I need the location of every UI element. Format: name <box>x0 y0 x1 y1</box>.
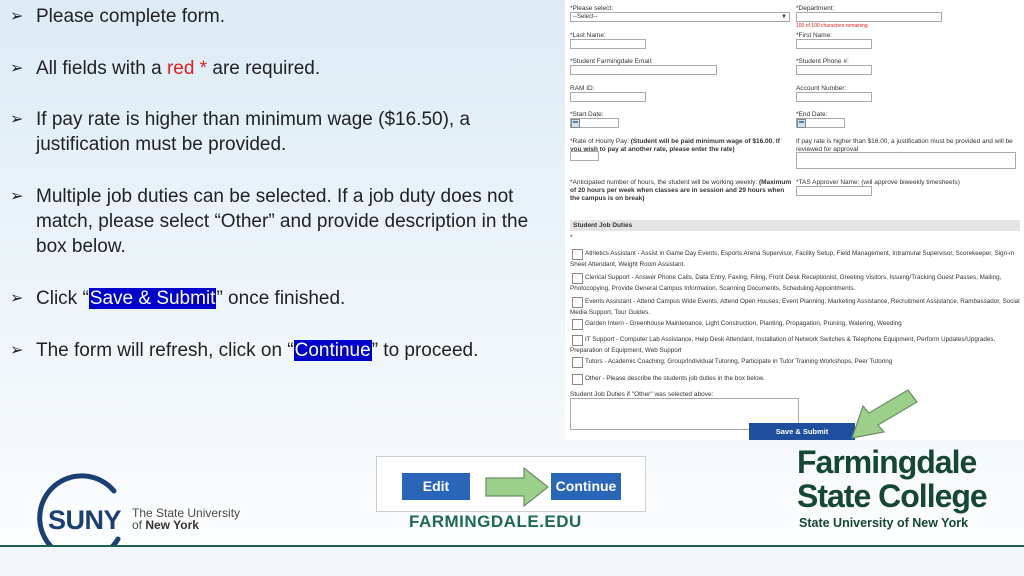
rate-input[interactable] <box>570 151 599 161</box>
chevron-down-icon: ▼ <box>781 14 787 20</box>
rate-label: *Rate of Hourly Pay: (Student will be pa… <box>570 138 780 153</box>
duty-tutors: Tutors - Academic Coaching, Group/Indivi… <box>585 358 893 365</box>
email-input[interactable] <box>570 65 717 75</box>
pointer-arrow-icon <box>485 466 549 508</box>
arrow-bullet-icon: ➢ <box>10 8 24 25</box>
job-duties-header: Student Job Duties <box>570 220 1020 231</box>
duty-garden-checkbox[interactable] <box>572 319 583 330</box>
suny-subtitle: The State University of New York <box>132 506 241 532</box>
instruction-4: ➢ Multiple job duties can be selected. I… <box>10 186 529 257</box>
fsc-logo-line2: State College <box>797 478 988 514</box>
footer-band <box>0 547 1024 576</box>
account-input[interactable] <box>796 92 872 102</box>
form-screenshot: *Please select: --Select-- ▼ *Department… <box>565 0 1024 440</box>
arrow-bullet-icon: ➢ <box>10 60 24 77</box>
arrow-bullet-icon: ➢ <box>10 188 24 205</box>
suny-wordmark: SUNY <box>48 505 122 535</box>
ram-id-input[interactable] <box>570 92 646 102</box>
edit-button[interactable]: Edit <box>402 473 470 500</box>
calendar-icon[interactable] <box>571 119 580 128</box>
duty-it-support: IT Support - Computer Lab Assistance, He… <box>570 336 996 354</box>
calendar-icon[interactable] <box>797 119 806 128</box>
hours-label: *Anticipated number of hours, the studen… <box>570 179 792 202</box>
duty-athletics: Athletics Assistant - Assist in Game Day… <box>570 250 1015 268</box>
instruction-2: ➢ All fields with a red * are required. <box>10 58 321 79</box>
fsc-logo-line3: State University of New York <box>799 516 969 530</box>
arrow-bullet-icon: ➢ <box>10 290 24 307</box>
save-submit-button[interactable]: Save & Submit <box>749 423 855 440</box>
fsc-logo-line1: Farmingdale <box>797 444 977 480</box>
justification-textarea[interactable] <box>796 152 1016 169</box>
pointer-arrow-icon <box>851 389 918 439</box>
arrow-bullet-icon: ➢ <box>10 342 24 359</box>
duty-events-checkbox[interactable] <box>572 297 583 308</box>
duty-tutors-checkbox[interactable] <box>572 357 583 368</box>
continue-button[interactable]: Continue <box>551 473 621 500</box>
website-text: FARMINGDALE.EDU <box>409 512 582 531</box>
duty-events: Events Assistant - Attend Campus Wide Ev… <box>570 298 1020 316</box>
instruction-5: ➢ Click “Save & Submit” once finished. <box>10 288 346 309</box>
required-star: * <box>570 234 573 241</box>
arrow-bullet-icon: ➢ <box>10 111 24 128</box>
duty-it-support-checkbox[interactable] <box>572 335 583 346</box>
duty-garden: Garden Intern - Greenhouse Maintenance, … <box>585 320 902 327</box>
duty-clerical-checkbox[interactable] <box>572 273 583 284</box>
tas-approver-input[interactable] <box>796 186 872 196</box>
duty-other-checkbox[interactable] <box>572 374 583 385</box>
please-select-dropdown[interactable]: --Select-- ▼ <box>570 12 790 22</box>
duty-athletics-checkbox[interactable] <box>572 249 583 260</box>
char-remaining-note: 100 of 100 characters remaining <box>796 23 868 29</box>
duty-clerical: Clerical Support - Answer Phone Calls, D… <box>570 274 1002 292</box>
first-name-input[interactable] <box>796 39 872 49</box>
instruction-3: ➢ If pay rate is higher than minimum wag… <box>10 109 471 155</box>
instruction-6: ➢ The form will refresh, click on “Conti… <box>10 340 479 361</box>
department-input[interactable] <box>796 12 942 22</box>
duty-other: Other - Please describe the students job… <box>585 375 765 382</box>
last-name-input[interactable] <box>570 39 646 49</box>
instruction-1: ➢ Please complete form. <box>10 6 226 27</box>
phone-input[interactable] <box>796 65 872 75</box>
